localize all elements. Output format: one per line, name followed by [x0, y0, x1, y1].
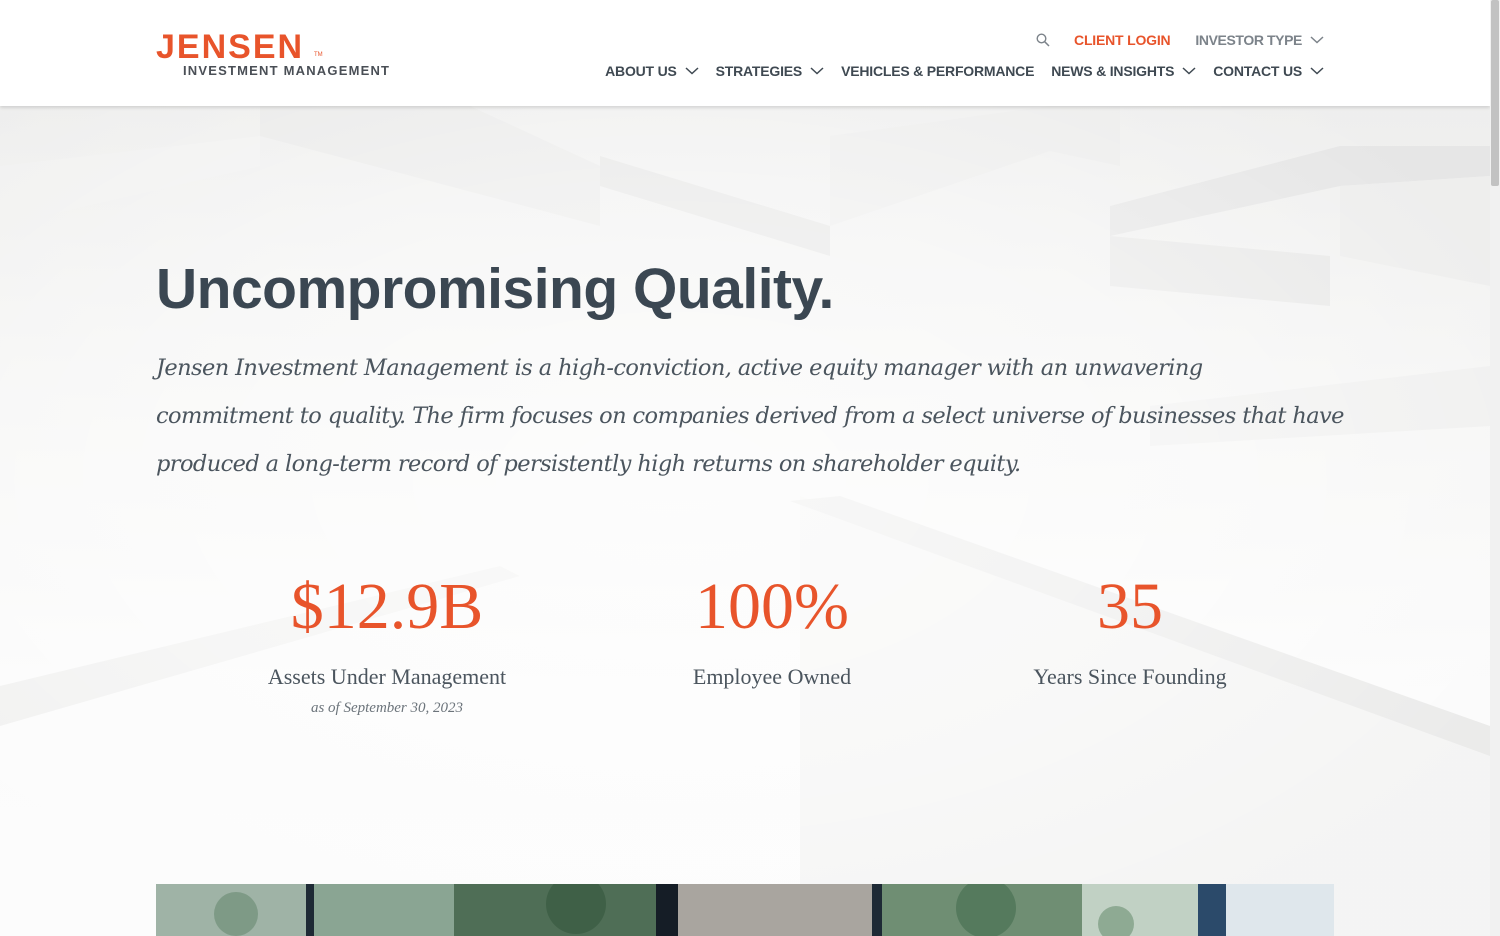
- site-header: JENSEN TM INVESTMENT MANAGEMENT CLIENT L…: [0, 0, 1490, 106]
- investor-type-label: INVESTOR TYPE: [1195, 32, 1302, 48]
- nav-item-label: VEHICLES & PERFORMANCE: [841, 63, 1035, 79]
- stat-years: 35 Years Since Founding: [980, 572, 1280, 690]
- nav-item-label: NEWS & INSIGHTS: [1051, 63, 1175, 79]
- chevron-down-icon: [1182, 67, 1196, 75]
- investor-type-dropdown[interactable]: INVESTOR TYPE: [1195, 32, 1324, 48]
- utility-nav: CLIENT LOGIN INVESTOR TYPE: [1036, 31, 1324, 49]
- nav-item-strategies[interactable]: STRATEGIES: [716, 63, 824, 79]
- nav-item-contact-us[interactable]: CONTACT US: [1213, 63, 1324, 79]
- intro-text: Jensen Investment Management is a high-c…: [156, 355, 1344, 477]
- stat-label: Employee Owned: [692, 664, 852, 689]
- nav-item-about-us[interactable]: ABOUT US: [605, 63, 699, 79]
- stat-label: Assets Under Management: [267, 664, 507, 689]
- nav-item-label: CONTACT US: [1213, 63, 1302, 79]
- chevron-down-icon: [685, 67, 699, 75]
- office-photo: [156, 884, 1334, 936]
- stat-value: 100%: [695, 570, 849, 643]
- client-login-link[interactable]: CLIENT LOGIN: [1074, 32, 1171, 48]
- nav-item-label: ABOUT US: [605, 63, 677, 79]
- chevron-down-icon: [810, 67, 824, 75]
- jensen-logo[interactable]: JENSEN TM INVESTMENT MANAGEMENT: [156, 30, 396, 82]
- hero-section: Uncompromising Quality. Jensen Investmen…: [0, 106, 1490, 936]
- logo-wordmark: JENSEN: [156, 28, 305, 66]
- chevron-down-icon: [1310, 67, 1324, 75]
- logo-trademark: TM: [314, 52, 323, 58]
- search-icon[interactable]: [1036, 33, 1050, 47]
- nav-item-label: STRATEGIES: [715, 63, 803, 79]
- logo-subtitle: INVESTMENT MANAGEMENT: [183, 63, 391, 78]
- main-nav: ABOUT US STRATEGIES VEHICLES & PERFORMAN…: [588, 63, 1324, 79]
- page-title: Uncompromising Quality.: [156, 257, 834, 321]
- nav-item-news-insights[interactable]: NEWS & INSIGHTS: [1051, 63, 1196, 79]
- nav-item-vehicles-performance[interactable]: VEHICLES & PERFORMANCE: [841, 63, 1034, 79]
- stat-note: as of September 30, 2023: [310, 700, 464, 716]
- page-scrollbar[interactable]: [1490, 0, 1500, 936]
- stat-assets: $12.9B Assets Under Management as of Sep…: [237, 572, 537, 717]
- hero-overlay: [0, 106, 1490, 936]
- scrollbar-thumb[interactable]: [1491, 0, 1499, 186]
- stat-value: $12.9B: [290, 570, 484, 643]
- chevron-down-icon: [1310, 36, 1324, 44]
- stat-value: 35: [1097, 570, 1163, 643]
- stat-employee-owned: 100% Employee Owned: [622, 572, 922, 690]
- stat-label: Years Since Founding: [1033, 664, 1227, 689]
